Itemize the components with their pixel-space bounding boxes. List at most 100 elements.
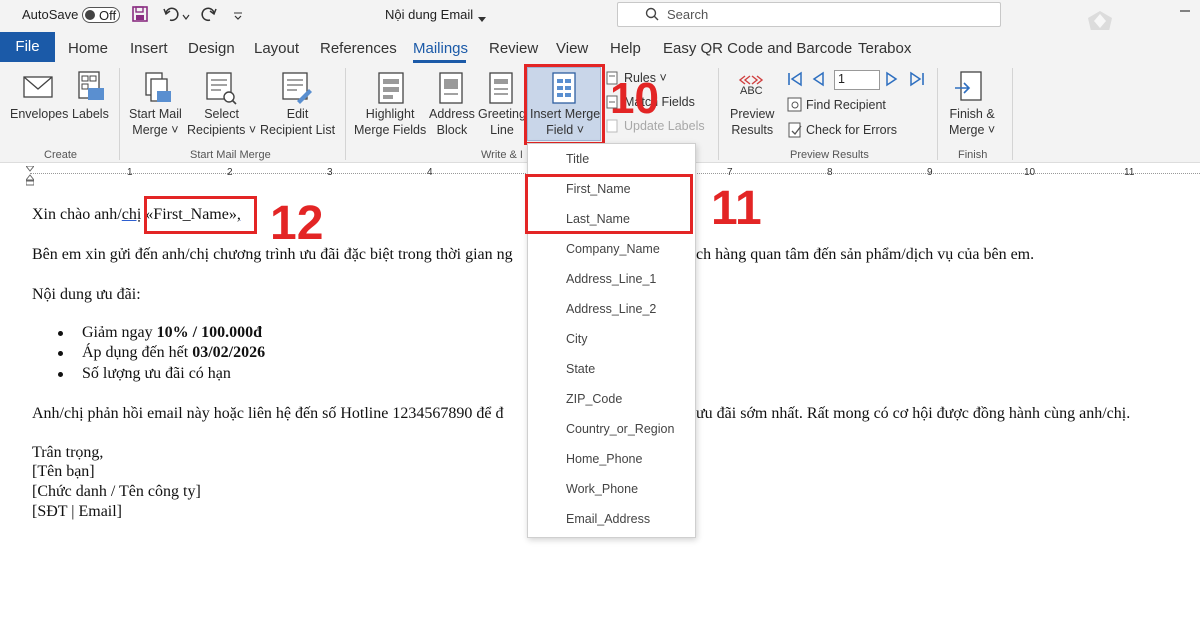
- body-paragraph-2b: ưu đãi sớm nhất. Rất mong có cơ hội được…: [696, 405, 1131, 422]
- redo-icon[interactable]: [200, 5, 218, 23]
- autosave-toggle[interactable]: Off: [82, 7, 120, 23]
- tab-easy-qr-code[interactable]: Easy QR Code and Barcode: [663, 40, 852, 57]
- annotation-box-11: [525, 174, 693, 234]
- tab-terabox[interactable]: Terabox: [858, 40, 911, 57]
- search-icon: [645, 7, 659, 21]
- group-write-insert-label: Write & I: [481, 149, 523, 161]
- customize-toolbar-icon[interactable]: [233, 9, 243, 20]
- tab-file[interactable]: File: [0, 32, 55, 62]
- tab-references[interactable]: References: [320, 40, 397, 57]
- bullet-item-discount: Giảm ngay 10% / 100.000đ: [82, 324, 262, 341]
- active-tab-indicator: [413, 60, 466, 63]
- undo-dropdown-icon[interactable]: [182, 9, 190, 20]
- group-start-mail-merge-label: Start Mail Merge: [190, 149, 271, 161]
- highlight-merge-fields-icon[interactable]: [376, 71, 406, 105]
- ribbon-separator: [718, 68, 719, 160]
- ribbon-separator: [119, 68, 120, 160]
- ribbon-separator: [1012, 68, 1013, 160]
- ribbon-separator: [345, 68, 346, 160]
- preview-results-button[interactable]: Preview Results: [730, 106, 774, 138]
- tab-view[interactable]: View: [556, 40, 588, 57]
- annotation-number-11: 11: [711, 182, 762, 235]
- copilot-icon[interactable]: [1087, 10, 1113, 32]
- field-home-phone[interactable]: Home_Phone: [566, 452, 642, 466]
- previous-record-icon[interactable]: [810, 71, 826, 87]
- field-company-name[interactable]: Company_Name: [566, 242, 660, 256]
- body-paragraph-2a: Anh/chị phản hồi email này hoặc liên hệ …: [32, 405, 504, 422]
- address-block-icon[interactable]: [437, 71, 465, 105]
- search-placeholder: Search: [667, 7, 709, 22]
- select-recipients-icon[interactable]: [205, 71, 237, 105]
- tab-help[interactable]: Help: [610, 40, 641, 57]
- field-work-phone[interactable]: Work_Phone: [566, 482, 638, 496]
- field-email-address[interactable]: Email_Address: [566, 512, 650, 526]
- tab-review[interactable]: Review: [489, 40, 538, 57]
- field-country-or-region[interactable]: Country_or_Region: [566, 422, 674, 436]
- select-recipients-button[interactable]: Select Recipients ˅: [187, 106, 256, 138]
- labels-icon[interactable]: [76, 70, 106, 104]
- document-title[interactable]: Nội dung Email: [385, 7, 473, 22]
- signoff: Trân trọng,: [32, 444, 104, 461]
- field-zip-code[interactable]: ZIP_Code: [566, 392, 622, 406]
- envelopes-icon[interactable]: [22, 73, 54, 101]
- edit-recipient-list-button[interactable]: Edit Recipient List: [260, 106, 335, 138]
- field-state[interactable]: State: [566, 362, 595, 376]
- find-recipient-icon[interactable]: [787, 97, 803, 113]
- ruler-number: 2: [227, 167, 233, 178]
- envelopes-button[interactable]: Envelopes: [10, 106, 68, 122]
- greeting-line-icon[interactable]: [487, 71, 515, 105]
- group-finish-label: Finish: [958, 149, 988, 161]
- bullet-item-expiry: Áp dụng đến hết 03/02/2026: [82, 344, 266, 361]
- bullet-item-limited: Số lượng ưu đãi có hạn: [82, 365, 231, 382]
- indent-marker[interactable]: [24, 165, 36, 186]
- bullet-marker: [58, 331, 63, 336]
- greeting-line-button[interactable]: Greeting Line: [478, 106, 526, 138]
- finish-merge-icon[interactable]: [953, 70, 985, 106]
- field-city[interactable]: City: [566, 332, 588, 346]
- edit-recipient-list-icon[interactable]: [281, 71, 313, 105]
- tab-design[interactable]: Design: [188, 40, 235, 57]
- start-mail-merge-icon[interactable]: [143, 71, 173, 105]
- signature-contact: [SĐT | Email]: [32, 503, 123, 520]
- field-address-line-1[interactable]: Address_Line_1: [566, 272, 656, 286]
- preview-arrows-icon: [737, 73, 765, 85]
- menu-bar: [0, 30, 1200, 64]
- minimize-icon[interactable]: [1178, 4, 1192, 18]
- record-number-value: 1: [838, 72, 845, 86]
- ruler-number: 10: [1024, 167, 1036, 178]
- signature-name: [Tên bạn]: [32, 463, 95, 480]
- offer-heading: Nội dung ưu đãi:: [32, 286, 141, 303]
- autosave-state: Off: [99, 8, 117, 23]
- address-block-button[interactable]: Address Block: [429, 106, 475, 138]
- title-dropdown-icon[interactable]: [478, 11, 486, 22]
- title-bar: AutoSave Off Nội dung Email Search: [0, 0, 1200, 32]
- record-number-input[interactable]: 1: [834, 70, 880, 90]
- field-title[interactable]: Title: [566, 152, 589, 166]
- first-record-icon[interactable]: [786, 71, 804, 87]
- last-record-icon[interactable]: [908, 71, 926, 87]
- highlight-merge-fields-button[interactable]: Highlight Merge Fields: [354, 106, 426, 138]
- tab-insert[interactable]: Insert: [130, 40, 168, 57]
- next-record-icon[interactable]: [884, 71, 900, 87]
- search-box[interactable]: Search: [617, 2, 1001, 27]
- check-for-errors-icon[interactable]: [787, 122, 803, 138]
- autosave-label: AutoSave: [22, 7, 79, 22]
- tab-home[interactable]: Home: [68, 40, 108, 57]
- find-recipient-button[interactable]: Find Recipient: [806, 98, 886, 112]
- tab-layout[interactable]: Layout: [254, 40, 299, 57]
- ruler-number: 8: [827, 167, 833, 178]
- undo-icon[interactable]: [162, 5, 180, 23]
- labels-button[interactable]: Labels: [72, 106, 109, 122]
- body-paragraph-1a: Bên em xin gửi đến anh/chị chương trình …: [32, 246, 513, 263]
- annotation-number-12: 12: [270, 197, 324, 250]
- finish-merge-button[interactable]: Finish & Merge ˅: [949, 106, 995, 138]
- tab-mailings[interactable]: Mailings: [413, 40, 468, 57]
- start-mail-merge-button[interactable]: Start Mail Merge ˅: [129, 106, 182, 138]
- ruler-number: 7: [727, 167, 733, 178]
- ruler-number: 3: [327, 167, 333, 178]
- field-address-line-2[interactable]: Address_Line_2: [566, 302, 656, 316]
- ruler-number: 11: [1124, 167, 1135, 178]
- check-for-errors-button[interactable]: Check for Errors: [806, 123, 897, 137]
- save-icon[interactable]: [132, 6, 148, 22]
- signature-title: [Chức danh / Tên công ty]: [32, 483, 201, 500]
